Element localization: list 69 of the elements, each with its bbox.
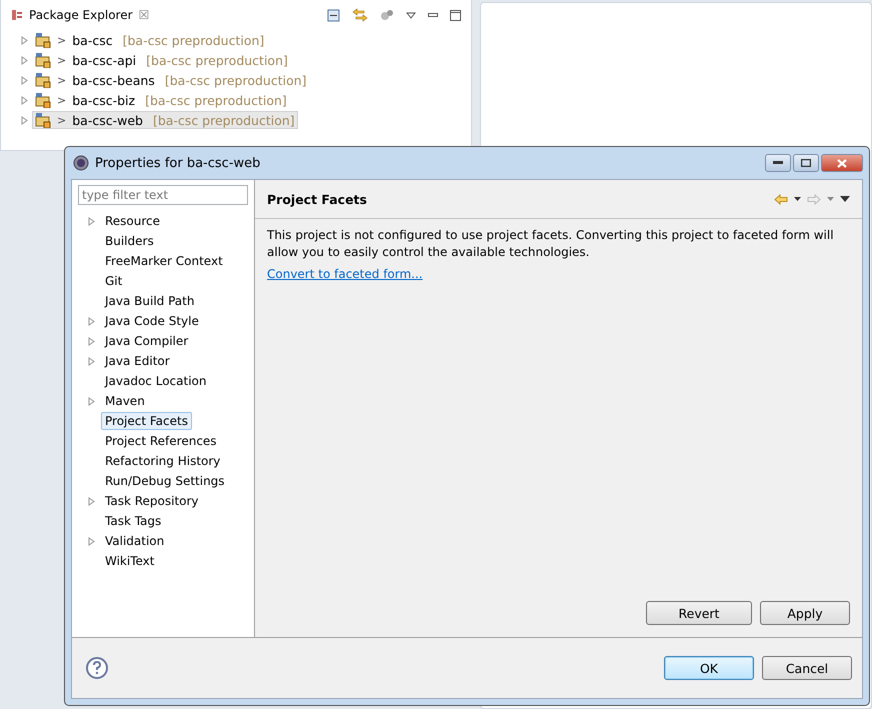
minimize-icon[interactable]	[428, 12, 438, 18]
nav-item[interactable]: Task Repository	[101, 492, 203, 510]
project-icon	[35, 72, 51, 88]
view-menu-icon[interactable]	[406, 12, 416, 18]
ok-button[interactable]: OK	[664, 656, 754, 680]
project-item[interactable]: > ba-csc-api [ba-csc preproduction]	[32, 51, 291, 69]
nav-item[interactable]: Resource	[101, 212, 164, 230]
project-icon	[35, 52, 51, 68]
project-item[interactable]: > ba-csc-biz [ba-csc preproduction]	[32, 91, 290, 109]
expand-icon[interactable]	[88, 356, 95, 366]
nav-item[interactable]: Task Tags	[101, 512, 166, 530]
back-arrow-icon[interactable]	[774, 194, 788, 204]
nav-item[interactable]: Java Code Style	[101, 312, 203, 330]
close-button[interactable]	[821, 154, 863, 172]
nav-item[interactable]: WikiText	[101, 552, 158, 570]
minimize-button[interactable]	[765, 154, 791, 172]
expand-icon[interactable]	[21, 36, 28, 44]
dialog-title: Properties for ba-csc-web	[95, 156, 260, 170]
expand-icon[interactable]	[21, 56, 28, 64]
view-title: Package Explorer	[29, 8, 133, 22]
nav-item[interactable]: Javadoc Location	[101, 372, 210, 390]
expand-icon[interactable]	[88, 496, 95, 506]
page-message: This project is not configured to use project facets. Converting this project to faceted form will allow you to easily control the available technologies.	[267, 227, 835, 261]
dropdown-icon[interactable]	[794, 197, 801, 201]
expand-icon[interactable]	[21, 96, 28, 104]
project-icon	[35, 92, 51, 108]
maximize-icon	[801, 159, 811, 167]
project-icon	[35, 32, 51, 48]
project-item[interactable]: > ba-csc-beans [ba-csc preproduction]	[32, 71, 310, 89]
view-close-button[interactable]: ☒	[138, 8, 150, 22]
collapse-all-icon[interactable]	[327, 8, 340, 22]
forward-arrow-icon[interactable]	[807, 194, 821, 204]
nav-item[interactable]: Project References	[101, 432, 221, 450]
menu-icon[interactable]	[840, 196, 850, 202]
expand-icon[interactable]	[21, 116, 28, 124]
package-icon	[11, 9, 23, 21]
maximize-button[interactable]	[793, 154, 819, 172]
maximize-icon[interactable]	[450, 10, 461, 20]
nav-item[interactable]: Maven	[101, 392, 149, 410]
nav-item[interactable]: Java Compiler	[101, 332, 192, 350]
expand-icon[interactable]	[21, 76, 28, 84]
expand-icon[interactable]	[88, 316, 95, 326]
convert-link[interactable]: Convert to faceted form...	[267, 267, 423, 281]
nav-item[interactable]: Git	[101, 272, 126, 290]
revert-button[interactable]: Revert	[646, 601, 752, 625]
help-icon[interactable]	[86, 657, 108, 679]
link-arrows-icon[interactable]	[352, 8, 368, 22]
project-item[interactable]: > ba-csc [ba-csc preproduction]	[32, 31, 268, 49]
nav-item[interactable]: Run/Debug Settings	[101, 472, 229, 490]
nav-item[interactable]: Java Editor	[101, 352, 174, 370]
project-item[interactable]: > ba-csc-web [ba-csc preproduction]	[32, 111, 298, 129]
expand-icon[interactable]	[88, 536, 95, 546]
nav-item[interactable]: FreeMarker Context	[101, 252, 227, 270]
expand-icon[interactable]	[88, 216, 95, 226]
expand-icon[interactable]	[88, 396, 95, 406]
page-title: Project Facets	[267, 192, 367, 206]
apply-button[interactable]: Apply	[760, 601, 850, 625]
expand-icon[interactable]	[88, 336, 95, 346]
nav-item[interactable]: Project Facets	[101, 412, 192, 430]
project-icon	[35, 112, 51, 128]
minimize-icon	[773, 161, 783, 165]
filter-field[interactable]: type filter text	[78, 185, 248, 205]
question-mark-icon	[92, 661, 102, 675]
nav-item[interactable]: Refactoring History	[101, 452, 224, 470]
nav-item[interactable]: Builders	[101, 232, 158, 250]
nav-item[interactable]: Validation	[101, 532, 168, 550]
nav-item[interactable]: Java Build Path	[101, 292, 198, 310]
cancel-button[interactable]: Cancel	[762, 656, 852, 680]
close-icon	[837, 158, 847, 168]
